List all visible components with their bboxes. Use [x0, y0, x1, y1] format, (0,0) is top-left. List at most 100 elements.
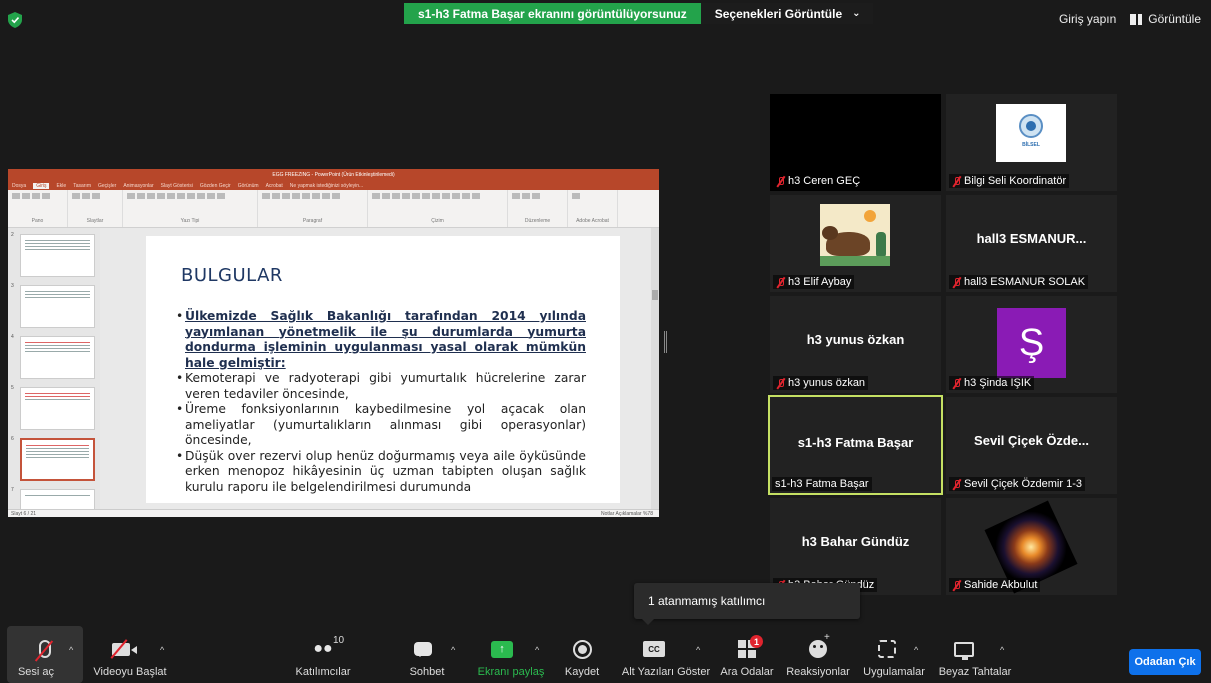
whiteboard-icon	[950, 637, 978, 661]
participant-name: h3 yunus özkan	[773, 376, 869, 390]
reactions-button[interactable]: Reaksiyonlar	[785, 626, 851, 683]
powerpoint-ribbon-tabs: Dosya Giriş Ekle Tasarım Geçişler Animas…	[8, 181, 659, 190]
participant-tile[interactable]: h3 Ceren GEÇ	[770, 94, 941, 191]
slide-title: BULGULAR	[181, 265, 283, 286]
unmute-button[interactable]: Sesi aç ^	[7, 626, 83, 683]
participant-name: Sahide Akbulut	[949, 578, 1041, 592]
record-icon	[568, 637, 596, 661]
chevron-up-icon[interactable]: ^	[160, 645, 164, 655]
ribbon-group-label: Düzenleme	[524, 218, 551, 224]
ribbon-search: Ne yapmak istediğinizi söyleyin...	[289, 182, 364, 189]
sign-in-link[interactable]: Giriş yapın	[1059, 12, 1116, 26]
participants-label: Katılımcılar	[295, 666, 351, 678]
apps-button[interactable]: Uygulamalar ^	[858, 626, 930, 683]
slide-thumbnails-panel: 2 3 4 5 6 7	[8, 228, 100, 509]
breakout-badge: 1	[750, 635, 763, 648]
active-speaker-tile[interactable]: s1-h3 Fatma Başar s1-h3 Fatma Başar	[768, 395, 943, 495]
breakout-rooms-button[interactable]: 1 Ara Odalar	[718, 626, 776, 683]
bear-avatar-image	[820, 204, 890, 266]
ribbon-tab: Görünüm	[237, 182, 259, 189]
shared-screen[interactable]: EGG FREEZING - PowerPoint (Ürün Etkinleş…	[8, 169, 659, 517]
chevron-up-icon[interactable]: ^	[69, 645, 73, 655]
view-button[interactable]: Görüntüle	[1130, 12, 1201, 26]
chat-icon	[409, 637, 437, 661]
chevron-up-icon[interactable]: ^	[1000, 645, 1004, 655]
ribbon-group-label: Yazı Tipi	[180, 218, 200, 224]
participant-display-name: Sevil Çiçek Özde...	[974, 433, 1089, 448]
breakout-rooms-icon: 1	[733, 635, 763, 661]
captions-button[interactable]: CC Alt Yazıları Göster ^	[620, 626, 712, 683]
chevron-up-icon[interactable]: ^	[914, 645, 918, 655]
participant-name: h3 Ceren GEÇ	[773, 174, 864, 188]
muted-mic-icon	[952, 378, 961, 389]
slide-bullet: • Ülkemizde Sağlık Bakanlığı tarafından 2…	[176, 309, 586, 370]
slide-scrollbar	[651, 228, 659, 509]
participant-tile[interactable]: hall3 ESMANUR... hall3 ESMANUR SOLAK	[946, 195, 1117, 292]
reactions-label: Reaksiyonlar	[786, 666, 850, 678]
leave-room-button[interactable]: Odadan Çık	[1129, 649, 1201, 675]
reactions-icon	[804, 632, 832, 661]
participant-tile[interactable]: Sahide Akbulut	[946, 498, 1117, 595]
ribbon-group-label: Adobe Acrobat	[576, 218, 609, 224]
chevron-up-icon[interactable]: ^	[696, 645, 700, 655]
share-screen-button[interactable]: ↑ Ekranı paylaş ^	[469, 626, 553, 683]
slide-thumbnail	[20, 234, 95, 277]
start-video-button[interactable]: Videoyu Başlat ^	[88, 626, 172, 683]
participants-button[interactable]: ●● 10 Katılımcılar	[290, 626, 356, 683]
current-slide: BULGULAR • Ülkemizde Sağlık Bakanlığı tar…	[146, 236, 620, 503]
participant-tile[interactable]: BİLSEL Bilgi Seli Koordinatör	[946, 94, 1117, 191]
security-shield-icon[interactable]	[8, 12, 22, 28]
ribbon-group-label: Çizim	[431, 218, 444, 224]
chevron-up-icon[interactable]: ^	[451, 645, 455, 655]
slide-canvas: BULGULAR • Ülkemizde Sağlık Bakanlığı tar…	[100, 228, 659, 509]
view-options-button[interactable]: Seçenekleri Görüntüle ⌄	[700, 3, 873, 24]
breakout-rooms-label: Ara Odalar	[720, 666, 774, 678]
avatar: Ş	[997, 308, 1066, 378]
view-options-label: Seçenekleri Görüntüle	[714, 6, 843, 21]
slide-bullet-text: Düşük over rezervi olup henüz doğurmamış…	[185, 448, 586, 494]
chat-button[interactable]: Sohbet ^	[396, 626, 458, 683]
powerpoint-title-bar: EGG FREEZING - PowerPoint (Ürün Etkinleş…	[8, 169, 659, 181]
logo-text: BİLSEL	[1022, 142, 1040, 148]
ribbon-group-label: Paragraf	[302, 218, 323, 224]
ribbon-group-label: Slaytlar	[86, 218, 104, 224]
ribbon-tab: Ekle	[56, 182, 67, 189]
whiteboards-button[interactable]: Beyaz Tahtalar ^	[936, 626, 1014, 683]
participant-tile[interactable]: h3 Bahar Gündüz h3 Bahar Gündüz	[770, 498, 941, 595]
muted-mic-icon	[952, 176, 961, 187]
slide-thumbnail-selected	[20, 438, 95, 481]
ribbon-tab: Tasarım	[73, 182, 91, 189]
ribbon-tab: Gözden Geçir	[199, 182, 231, 189]
ribbon-tab: Acrobat	[265, 182, 283, 189]
thumbnail-number: 2	[11, 232, 14, 238]
slide-thumbnail	[20, 489, 95, 509]
video-off-icon	[107, 637, 135, 661]
record-button[interactable]: Kaydet	[560, 626, 604, 683]
participant-name: h3 Elif Aybay	[773, 275, 855, 289]
ribbon-tab: Dosya	[12, 182, 27, 189]
slide-bullet-text: Ülkemizde Sağlık Bakanlığı tarafından 20…	[185, 309, 586, 370]
start-video-label: Videoyu Başlat	[93, 666, 167, 678]
gallery-view-icon	[1130, 13, 1143, 25]
participant-tile[interactable]: Sevil Çiçek Özde... Sevil Çiçek Özdemir …	[946, 397, 1117, 494]
slide-thumbnail	[20, 387, 95, 430]
apps-label: Uygulamalar	[863, 666, 925, 678]
thumbnail-number: 3	[11, 283, 14, 289]
participant-display-name: s1-h3 Fatma Başar	[797, 435, 914, 450]
slide-bullet-text: Üreme fonksiyonlarının kaybedilmesine yo…	[185, 402, 586, 447]
chat-label: Sohbet	[409, 666, 445, 678]
muted-mic-icon	[776, 378, 785, 389]
participant-tile[interactable]: h3 yunus özkan h3 yunus özkan	[770, 296, 941, 393]
participant-name: Bilgi Seli Koordinatör	[949, 174, 1070, 188]
slide-bullet: • Kemoterapi ve radyoterapi gibi yumurtal…	[176, 371, 586, 401]
participant-name: s1-h3 Fatma Başar	[772, 477, 872, 491]
panel-resize-handle[interactable]	[664, 331, 667, 353]
muted-mic-icon	[31, 637, 59, 661]
meeting-toolbar: Sesi aç ^ Videoyu Başlat ^ ●● 10 Katılımc…	[0, 626, 1211, 683]
chevron-up-icon[interactable]: ^	[535, 645, 539, 655]
participant-tile[interactable]: Ş h3 Şinda IŞIK	[946, 296, 1117, 393]
ribbon-tab-active: Giriş	[33, 182, 50, 189]
participant-tile[interactable]: h3 Elif Aybay	[770, 195, 941, 292]
share-screen-label: Ekranı paylaş	[477, 666, 545, 678]
participant-display-name: h3 yunus özkan	[806, 332, 905, 347]
